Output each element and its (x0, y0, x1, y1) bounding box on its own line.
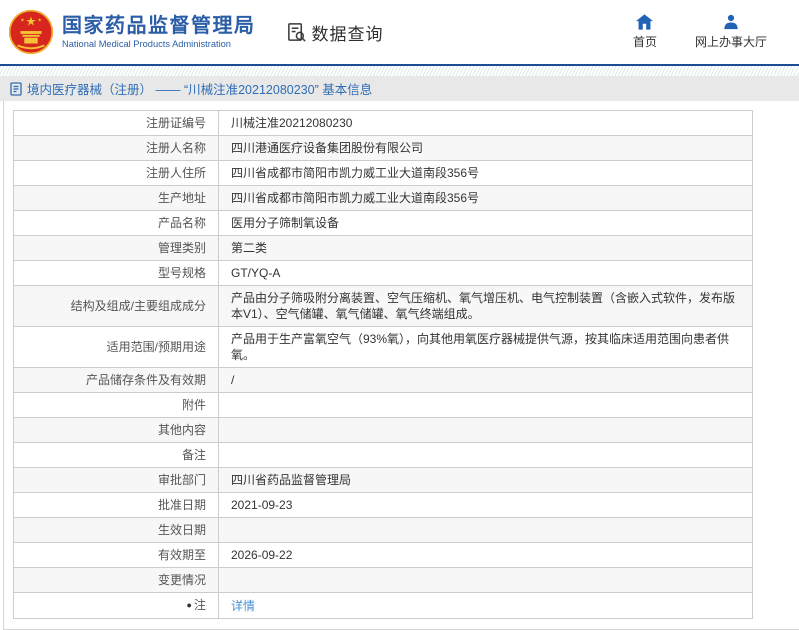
field-label: 型号规格 (13, 260, 219, 286)
field-label: 产品名称 (13, 210, 219, 236)
table-row: 附件 (13, 392, 753, 418)
field-value: 医用分子筛制氧设备 (218, 210, 753, 236)
national-emblem-icon: ★ ★ ★ (8, 9, 54, 55)
decor-stripe-band (0, 66, 799, 76)
nav-service-hall[interactable]: 网上办事大厅 (695, 14, 767, 50)
field-value: 四川省药品监督管理局 (218, 467, 753, 493)
field-value: 2026-09-22 (218, 542, 753, 568)
table-row: 管理类别 第二类 (13, 235, 753, 261)
field-label: 注册人住所 (13, 160, 219, 186)
field-value: 四川省成都市简阳市凯力威工业大道南段356号 (218, 160, 753, 186)
field-label: 生产地址 (13, 185, 219, 211)
field-label: 结构及组成/主要组成成分 (13, 285, 219, 327)
field-label: 适用范围/预期用途 (13, 326, 219, 368)
note-bullet-icon: ● (186, 600, 192, 610)
table-row: 结构及组成/主要组成成分 产品由分子筛吸附分离装置、空气压缩机、氧气增压机、电气… (13, 285, 753, 327)
note-label: 注 (193, 598, 206, 612)
svg-text:★: ★ (20, 17, 24, 23)
field-value: 四川港通医疗设备集团股份有限公司 (218, 135, 753, 161)
field-label: ● 注 (13, 592, 219, 619)
field-value: GT/YQ-A (218, 260, 753, 286)
registration-info-table: 注册证编号 川械注准20212080230 注册人名称 四川港通医疗设备集团股份… (13, 110, 753, 619)
field-label: 注册证编号 (13, 110, 219, 136)
field-label: 注册人名称 (13, 135, 219, 161)
data-query-section[interactable]: 数据查询 (286, 20, 384, 45)
field-label: 有效期至 (13, 542, 219, 568)
data-query-icon (286, 22, 307, 43)
home-icon (636, 14, 654, 30)
svg-text:★: ★ (37, 17, 41, 23)
field-value: 产品由分子筛吸附分离装置、空气压缩机、氧气增压机、电气控制装置（含嵌入式软件，发… (218, 285, 753, 327)
field-value (218, 442, 753, 468)
field-value (218, 417, 753, 443)
document-icon (10, 81, 22, 96)
data-query-label: 数据查询 (311, 24, 384, 44)
table-row: 注册人住所 四川省成都市简阳市凯力威工业大道南段356号 (13, 160, 753, 186)
svg-text:★: ★ (25, 14, 36, 28)
field-label: 审批部门 (13, 467, 219, 493)
nav-home[interactable]: 首页 (625, 14, 665, 50)
table-row: ● 注 详情 (13, 592, 753, 619)
field-label: 其他内容 (13, 417, 219, 443)
field-label: 生效日期 (13, 517, 219, 543)
logo-text: 国家药品监督管理局 National Medical Products Admi… (62, 14, 256, 50)
field-label: 产品储存条件及有效期 (13, 367, 219, 393)
field-label: 变更情况 (13, 567, 219, 593)
table-row: 适用范围/预期用途 产品用于生产富氧空气（93%氧），向其他用氧医疗器械提供气源… (13, 326, 753, 368)
table-row: 有效期至 2026-09-22 (13, 542, 753, 568)
field-label: 附件 (13, 392, 219, 418)
nav-service-hall-label: 网上办事大厅 (694, 35, 767, 49)
breadcrumb: 境内医疗器械（注册） —— “川械注准20212080230” 基本信息 (0, 76, 799, 101)
field-value: 产品用于生产富氧空气（93%氧），向其他用氧医疗器械提供气源，按其临床适用范围向… (218, 326, 753, 368)
table-row: 审批部门 四川省药品监督管理局 (13, 467, 753, 493)
field-value: 2021-09-23 (218, 492, 753, 518)
table-row: 产品名称 医用分子筛制氧设备 (13, 210, 753, 236)
breadcrumb-text: 境内医疗器械（注册） —— “川械注准20212080230” 基本信息 (27, 83, 373, 97)
site-title: 国家药品监督管理局 (62, 15, 256, 37)
table-row: 备注 (13, 442, 753, 468)
field-value: 详情 (218, 592, 753, 619)
content-panel: 注册证编号 川械注准20212080230 注册人名称 四川港通医疗设备集团股份… (3, 101, 799, 630)
field-value: 第二类 (218, 235, 753, 261)
header-nav: 首页 网上办事大厅 (625, 14, 767, 50)
details-link[interactable]: 详情 (231, 599, 255, 613)
nav-home-label: 首页 (632, 35, 657, 49)
table-row: 注册人名称 四川港通医疗设备集团股份有限公司 (13, 135, 753, 161)
table-row: 生产地址 四川省成都市简阳市凯力威工业大道南段356号 (13, 185, 753, 211)
user-icon (723, 14, 739, 30)
table-row: 型号规格 GT/YQ-A (13, 260, 753, 286)
table-row: 注册证编号 川械注准20212080230 (13, 110, 753, 136)
site-logo[interactable]: ★ ★ ★ 国家药品监督管理局 National Medical Product… (8, 9, 256, 55)
site-subtitle: National Medical Products Administration (62, 39, 231, 49)
field-value: 川械注准20212080230 (218, 110, 753, 136)
field-label: 管理类别 (13, 235, 219, 261)
field-value (218, 567, 753, 593)
table-row: 其他内容 (13, 417, 753, 443)
field-label: 备注 (13, 442, 219, 468)
table-row: 生效日期 (13, 517, 753, 543)
field-value: / (218, 367, 753, 393)
table-row: 产品储存条件及有效期 / (13, 367, 753, 393)
field-value (218, 392, 753, 418)
table-row: 批准日期 2021-09-23 (13, 492, 753, 518)
field-value (218, 517, 753, 543)
field-label: 批准日期 (13, 492, 219, 518)
site-header: ★ ★ ★ 国家药品监督管理局 National Medical Product… (0, 0, 799, 66)
table-row: 变更情况 (13, 567, 753, 593)
field-value: 四川省成都市简阳市凯力威工业大道南段356号 (218, 185, 753, 211)
